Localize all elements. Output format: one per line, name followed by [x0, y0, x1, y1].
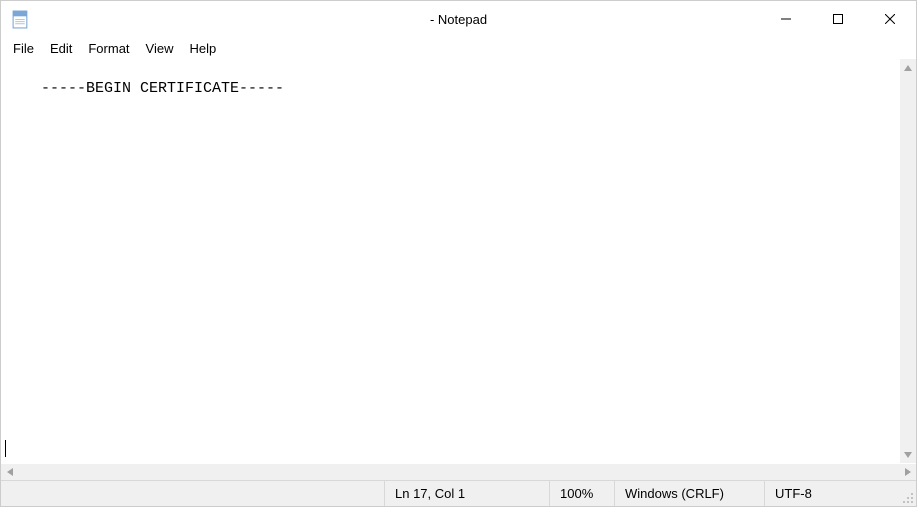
status-spacer [1, 481, 384, 506]
status-zoom: 100% [549, 481, 614, 506]
menu-format[interactable]: Format [80, 39, 137, 58]
titlebar: - Notepad [1, 1, 916, 37]
scroll-down-icon[interactable] [900, 446, 917, 463]
app-icon [9, 8, 31, 30]
status-line-ending: Windows (CRLF) [614, 481, 764, 506]
text-editor[interactable]: -----BEGIN CERTIFICATE----- [1, 59, 899, 463]
editor-content: -----BEGIN CERTIFICATE----- [41, 80, 284, 97]
menu-edit[interactable]: Edit [42, 39, 80, 58]
scroll-right-icon[interactable] [899, 464, 916, 481]
status-position: Ln 17, Col 1 [384, 481, 549, 506]
horizontal-scrollbar[interactable] [1, 463, 916, 480]
text-caret [5, 440, 6, 457]
vertical-scrollbar[interactable] [899, 59, 916, 463]
menubar: File Edit Format View Help [1, 37, 916, 59]
resize-grip-icon[interactable] [899, 481, 916, 506]
statusbar: Ln 17, Col 1 100% Windows (CRLF) UTF-8 [1, 480, 916, 506]
menu-file[interactable]: File [5, 39, 42, 58]
editor-area: -----BEGIN CERTIFICATE----- [1, 59, 916, 463]
menu-help[interactable]: Help [181, 39, 224, 58]
minimize-button[interactable] [760, 1, 812, 37]
maximize-button[interactable] [812, 1, 864, 37]
menu-view[interactable]: View [138, 39, 182, 58]
window-controls [760, 1, 916, 37]
scroll-left-icon[interactable] [1, 464, 18, 481]
close-button[interactable] [864, 1, 916, 37]
scroll-up-icon[interactable] [900, 59, 917, 76]
status-encoding: UTF-8 [764, 481, 899, 506]
